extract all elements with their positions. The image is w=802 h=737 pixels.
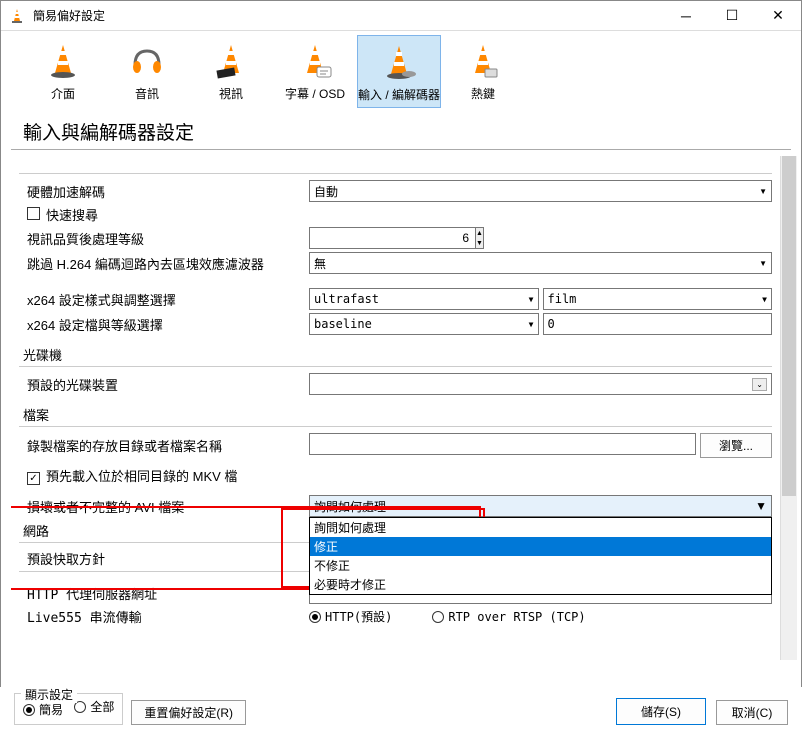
tab-subtitles[interactable]: 字幕 / OSD — [273, 35, 357, 108]
skip-h264-combo[interactable]: 無▼ — [309, 252, 772, 274]
category-toolbar: 介面 音訊 視訊 字幕 / OSD 輸入 / 編解碼器 熱鍵 — [1, 31, 801, 108]
section-file: 檔案 — [19, 405, 772, 427]
browse-button[interactable]: 瀏覽... — [700, 433, 772, 458]
page-title: 輸入與編解碼器設定 — [11, 112, 791, 150]
cone-icon — [43, 41, 83, 81]
http-proxy-label: HTTP 代理伺服器網址 — [19, 584, 309, 603]
skip-h264-label: 跳過 H.264 編碼迴路內去區塊效應濾波器 — [19, 254, 309, 273]
tab-video[interactable]: 視訊 — [189, 35, 273, 108]
tab-interface[interactable]: 介面 — [21, 35, 105, 108]
tab-hotkeys[interactable]: 熱鍵 — [441, 35, 525, 108]
preload-mkv-check[interactable]: 預先載入位於相同目錄的 MKV 檔 — [19, 466, 237, 485]
tab-audio[interactable]: 音訊 — [105, 35, 189, 108]
vertical-scrollbar[interactable] — [780, 156, 797, 660]
codec-icon — [379, 42, 419, 82]
minimize-button[interactable]: ─ — [663, 1, 709, 31]
dd-option-fixneeded[interactable]: 必要時才修正 — [310, 575, 771, 594]
radio-all[interactable]: 全部 — [74, 698, 114, 715]
radio-http[interactable]: HTTP(預設) — [309, 608, 392, 625]
scroll-thumb[interactable] — [782, 156, 796, 496]
section-disc: 光碟機 — [19, 345, 772, 367]
x264-level-input[interactable] — [543, 313, 773, 335]
hw-decode-combo[interactable]: 自動▼ — [309, 180, 772, 202]
tab-input-codecs[interactable]: 輸入 / 編解碼器 — [357, 35, 441, 108]
x264-profile-combo[interactable]: baseline▼ — [309, 313, 539, 335]
hw-decode-label: 硬體加速解碼 — [19, 182, 309, 201]
video-quality-label: 視訊品質後處理等級 — [19, 229, 309, 248]
dd-option-fix[interactable]: 修正 — [310, 537, 771, 556]
cancel-button[interactable]: 取消(C) — [716, 700, 788, 725]
maximize-button[interactable]: ☐ — [709, 1, 755, 31]
radio-simple[interactable]: 簡易 — [23, 701, 63, 718]
dialog-footer: 顯示設定 簡易 全部 重置偏好設定(R) 儲存(S) 取消(C) — [0, 687, 802, 737]
dd-option-ask[interactable]: 詢問如何處理 — [310, 518, 771, 537]
checkbox-icon — [27, 472, 40, 485]
record-path-label: 錄製檔案的存放目錄或者檔案名稱 — [19, 436, 309, 455]
checkbox-icon — [27, 207, 40, 220]
clapper-icon — [211, 41, 251, 81]
hotkey-icon — [463, 41, 503, 81]
record-path-input[interactable] — [309, 433, 696, 455]
avi-repair-label: 損壞或者不完整的 AVI 檔案 — [19, 497, 309, 516]
close-button[interactable]: ✕ — [755, 1, 801, 31]
app-icon — [9, 8, 25, 24]
show-settings-group: 顯示設定 簡易 全部 — [14, 693, 123, 725]
window-titlebar: 簡易偏好設定 ─ ☐ ✕ — [1, 1, 801, 31]
x264-preset-combo[interactable]: ultrafast▼ — [309, 288, 539, 310]
subtitle-icon — [295, 41, 335, 81]
x264-profile-label: x264 設定檔與等級選擇 — [19, 315, 309, 334]
window-title: 簡易偏好設定 — [33, 7, 663, 24]
settings-panel: . 硬體加速解碼 自動▼ 快速搜尋 視訊品質後處理等級 ▲▼ 跳過 H.264 … — [11, 156, 780, 660]
video-quality-spin[interactable]: ▲▼ — [309, 227, 407, 249]
radio-rtp[interactable]: RTP over RTSP (TCP) — [432, 610, 585, 624]
live555-label: Live555 串流傳輸 — [19, 607, 309, 626]
avi-repair-dropdown-list: 詢問如何處理 修正 不修正 必要時才修正 — [309, 517, 772, 595]
save-button[interactable]: 儲存(S) — [616, 698, 706, 725]
dd-option-nofix[interactable]: 不修正 — [310, 556, 771, 575]
headphones-icon — [127, 41, 167, 81]
disc-default-combo[interactable]: ⌄ — [309, 373, 772, 395]
x264-style-label: x264 設定樣式與調整選擇 — [19, 290, 309, 309]
reset-button[interactable]: 重置偏好設定(R) — [131, 700, 246, 725]
x264-tune-combo[interactable]: film▼ — [543, 288, 773, 310]
fast-search-check[interactable]: 快速搜尋 — [19, 205, 309, 224]
disc-default-label: 預設的光碟裝置 — [19, 375, 309, 394]
avi-repair-combo[interactable]: 詢問如何處理▼ 詢問如何處理 修正 不修正 必要時才修正 — [309, 495, 772, 517]
